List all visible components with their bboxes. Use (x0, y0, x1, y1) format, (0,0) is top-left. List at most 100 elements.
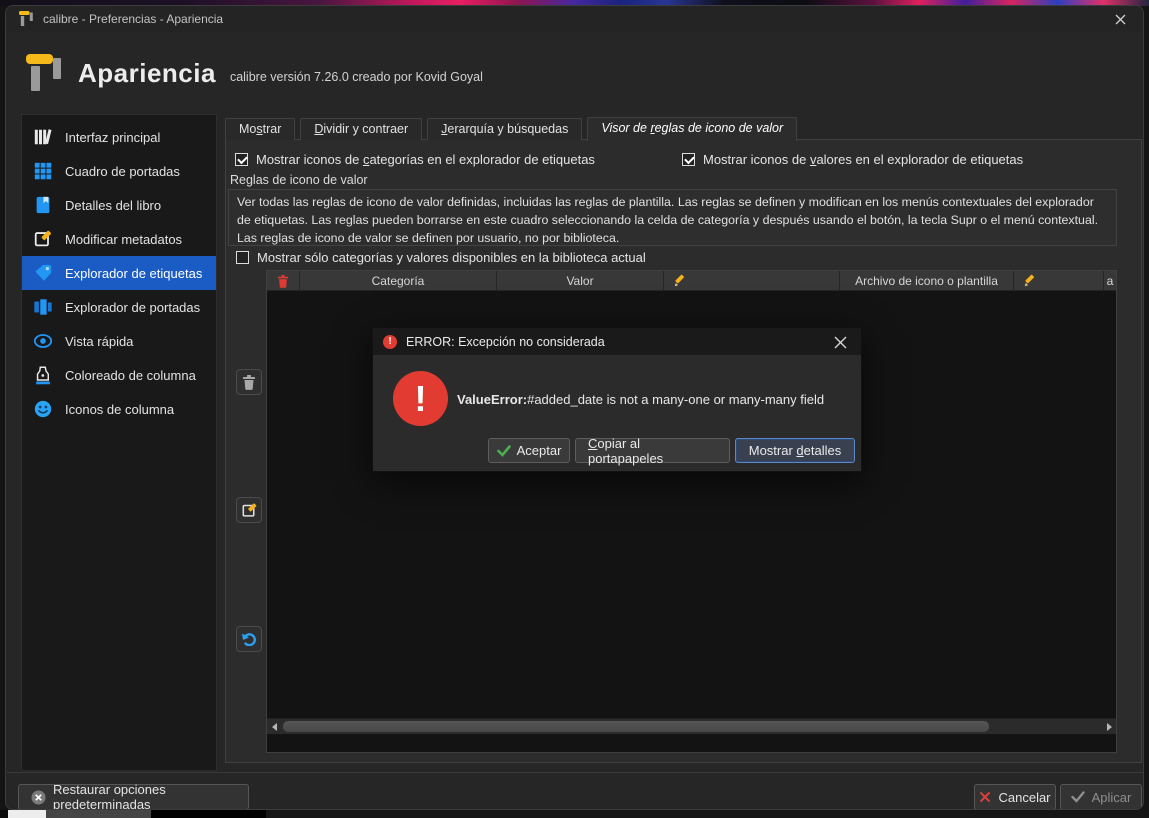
window-titlebar[interactable]: calibre - Preferencias - Apariencia (6, 6, 1143, 32)
cancel-button[interactable]: Cancelar (974, 784, 1056, 809)
checkbox-label: Mostrar iconos de valores en el explorad… (703, 152, 1024, 167)
rules-description: Ver todas las reglas de icono de valor d… (228, 189, 1117, 246)
grid-icon (32, 160, 54, 182)
edit-icon (32, 228, 54, 250)
sidebar-item-vista-rapida[interactable]: Vista rápida (22, 324, 216, 358)
covers-icon (32, 296, 54, 318)
trash-icon (242, 374, 256, 390)
x-icon (979, 791, 991, 803)
button-label: Aceptar (516, 443, 562, 458)
sidebar-item-modificar-metadatos[interactable]: Modificar metadatos (22, 222, 216, 256)
delete-rule-button[interactable] (236, 369, 262, 395)
eye-icon (32, 330, 54, 352)
tab-visor-de-reglas[interactable]: Visor de reglas de icono de valor (587, 117, 798, 141)
sidebar-item-explorador-de-etiquetas[interactable]: Explorador de etiquetas (22, 256, 216, 290)
error-icon: ! (393, 371, 448, 426)
close-icon[interactable] (827, 331, 853, 353)
close-icon[interactable] (1103, 6, 1137, 32)
error-icon: ! (383, 334, 397, 349)
accept-button[interactable]: Aceptar (488, 438, 570, 463)
column-header-archivo[interactable]: Archivo de icono o plantilla (840, 271, 1014, 290)
calibre-logo-icon (26, 53, 64, 93)
sidebar-item-explorador-de-portadas[interactable]: Explorador de portadas (22, 290, 216, 324)
sidebar-item-label: Vista rápida (65, 333, 134, 349)
sidebar-item-label: Coloreado de columna (65, 367, 196, 383)
undo-icon[interactable] (236, 626, 262, 652)
sidebar-item-label: Iconos de columna (65, 401, 175, 417)
sidebar-item-cuadro-de-portadas[interactable]: Cuadro de portadas (22, 154, 216, 188)
apply-button[interactable]: Aplicar (1060, 784, 1142, 809)
tab-bar: Mostrar Dividir y contraer Jerarquía y b… (225, 117, 798, 141)
preferences-sidebar: Interfaz principal Cuadro de portadas De… (21, 114, 217, 771)
pencil-icon (1023, 274, 1037, 288)
scroll-right-icon[interactable] (1102, 719, 1116, 734)
window-title: calibre - Preferencias - Apariencia (43, 12, 224, 26)
calibre-logo-icon (19, 11, 34, 27)
taskbar-strip (0, 810, 1149, 818)
checkbox-box[interactable] (235, 153, 248, 166)
column-header-delete[interactable] (267, 271, 300, 290)
checkbox-only-current-library[interactable]: Mostrar sólo categorías y valores dispon… (236, 250, 646, 265)
page-header: Apariencia calibre versión 7.26.0 creado… (26, 50, 483, 96)
sidebar-item-label: Interfaz principal (65, 129, 161, 145)
sidebar-item-coloreado-de-columna[interactable]: Coloreado de columna (22, 358, 216, 392)
button-label: Copiar al portapapeles (588, 435, 664, 466)
rules-section-label: Reglas de icono de valor (230, 173, 368, 187)
checkbox-label: Mostrar sólo categorías y valores dispon… (257, 250, 646, 265)
page-subtitle: calibre versión 7.26.0 creado por Kovid … (229, 70, 483, 84)
horizontal-scrollbar[interactable] (267, 718, 1116, 734)
button-label: Restaurar opciones predeterminadas (53, 782, 166, 810)
tab-mostrar[interactable]: Mostrar (225, 118, 296, 140)
button-label: Mostrar detalles (748, 443, 842, 458)
tab-jerarquia-y-busquedas[interactable]: Jerarquía y búsquedas (427, 118, 583, 140)
checkbox-show-category-icons[interactable]: Mostrar iconos de categorías en el explo… (235, 152, 595, 167)
error-dialog-titlebar[interactable]: ! ERROR: Excepción no considerada (373, 328, 861, 355)
error-message: ValueError:#added_date is not a many-one… (457, 392, 825, 407)
edit-rule-button[interactable] (236, 497, 262, 523)
scrollbar-thumb[interactable] (283, 721, 989, 732)
tag-icon (32, 262, 54, 284)
error-dialog: ! ERROR: Excepción no considerada ! Valu… (372, 327, 862, 472)
table-header-row: Categoría Valor Archivo de icono o plant… (267, 271, 1116, 291)
checkbox-show-value-icons[interactable]: Mostrar iconos de valores en el explorad… (682, 152, 1023, 167)
footer-divider (7, 772, 1143, 773)
pencil-icon (673, 274, 687, 288)
checkbox-box[interactable] (682, 153, 695, 166)
check-icon (496, 444, 511, 457)
taskbar-segment (151, 810, 266, 818)
sidebar-item-interfaz-principal[interactable]: Interfaz principal (22, 120, 216, 154)
error-dialog-title: ERROR: Excepción no considerada (406, 334, 605, 349)
button-label: Aplicar (1091, 789, 1132, 805)
taskbar-segment (8, 810, 46, 818)
trash-icon (277, 274, 289, 288)
sidebar-item-detalles-del-libro[interactable]: Detalles del libro (22, 188, 216, 222)
button-label: Cancelar (998, 789, 1051, 805)
column-header-valor[interactable]: Valor (497, 271, 664, 290)
checkbox-label: Mostrar iconos de categorías en el explo… (256, 152, 595, 167)
taskbar-segment (266, 810, 1149, 818)
sidebar-item-label: Explorador de portadas (65, 299, 201, 315)
book-icon (32, 194, 54, 216)
smiley-icon (32, 398, 54, 420)
sidebar-item-iconos-de-columna[interactable]: Iconos de columna (22, 392, 216, 426)
library-icon (32, 126, 54, 148)
column-header-edit-file[interactable] (1014, 271, 1104, 290)
edit-icon (241, 502, 258, 519)
restore-defaults-button[interactable]: Restaurar opciones predeterminadas (18, 782, 249, 810)
show-details-button[interactable]: Mostrar detalles (735, 438, 855, 463)
sidebar-item-label: Modificar metadatos (65, 231, 183, 247)
copy-to-clipboard-button[interactable]: Copiar al portapapeles (575, 435, 730, 466)
column-header-edit-value[interactable] (664, 271, 840, 290)
sidebar-item-label: Detalles del libro (65, 197, 162, 213)
scroll-left-icon[interactable] (267, 719, 281, 734)
taskbar-segment (46, 810, 151, 818)
column-header-partial[interactable]: a (1104, 271, 1116, 290)
column-header-categoria[interactable]: Categoría (300, 271, 497, 290)
tab-dividir-y-contraer[interactable]: Dividir y contraer (300, 118, 423, 140)
check-icon (1070, 791, 1085, 803)
checkbox-box[interactable] (236, 251, 249, 264)
sidebar-item-label: Explorador de etiquetas (65, 265, 203, 281)
page-title: Apariencia (78, 57, 216, 88)
ink-icon (32, 364, 54, 386)
sidebar-item-label: Cuadro de portadas (65, 163, 180, 179)
